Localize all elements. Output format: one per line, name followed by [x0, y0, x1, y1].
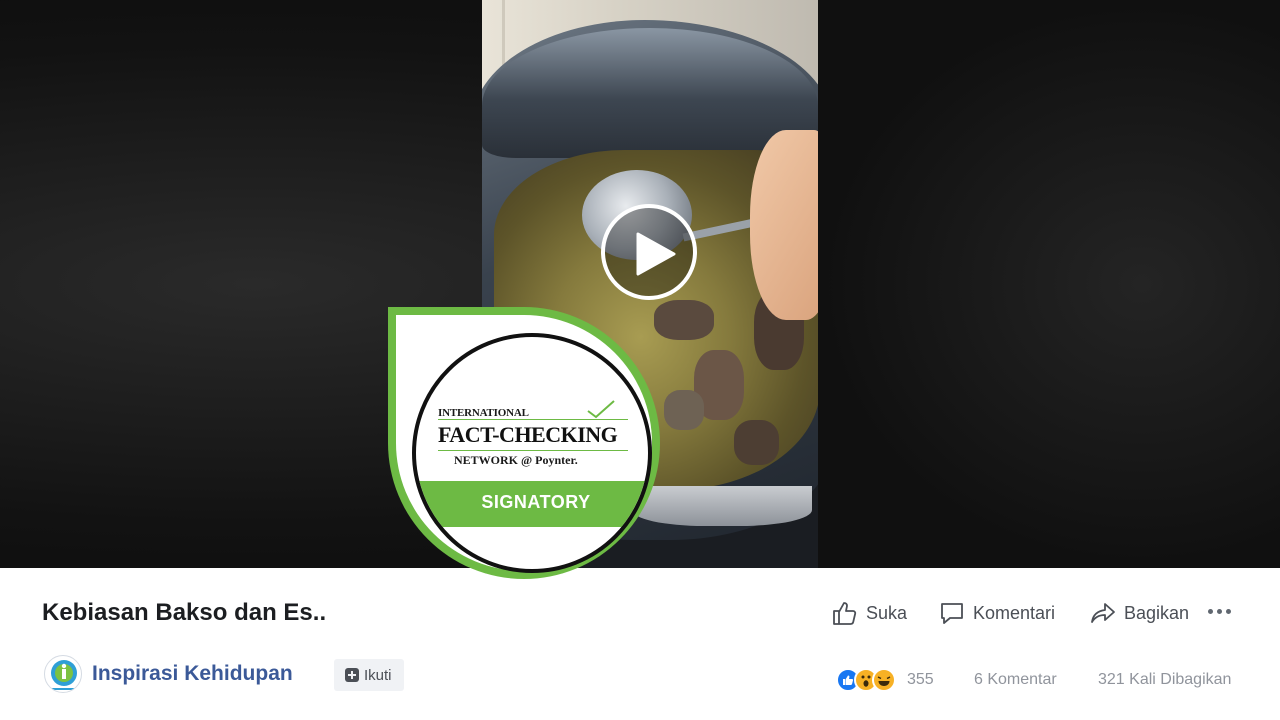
page-name-link[interactable]: Inspirasi Kehidupan [92, 662, 293, 686]
share-count[interactable]: 321 Kali Dibagikan [1098, 671, 1231, 689]
comment-label: Komentari [973, 602, 1056, 623]
play-icon [636, 232, 676, 276]
comment-icon [941, 603, 963, 624]
more-dot-icon [1226, 609, 1231, 614]
reaction-count[interactable]: 355 [907, 671, 934, 689]
share-button[interactable]: Bagikan [1090, 600, 1189, 626]
badge-ring: INTERNATIONAL FACT-CHECKING NETWORK @ Po… [412, 333, 652, 573]
more-dot-icon [1217, 609, 1222, 614]
checkmark-icon [587, 400, 615, 419]
thumbs-up-icon [833, 602, 857, 625]
badge-signatory-label: SIGNATORY [481, 492, 591, 512]
comment-count[interactable]: 6 Komentar [974, 671, 1057, 689]
fact-checking-badge: INTERNATIONAL FACT-CHECKING NETWORK @ Po… [388, 307, 660, 579]
share-label: Bagikan [1124, 602, 1190, 623]
comment-button[interactable]: Komentari [939, 600, 1055, 626]
haha-icon [872, 668, 896, 692]
follow-button[interactable]: Ikuti [334, 659, 404, 691]
more-dot-icon [1208, 609, 1213, 614]
video-background-blur [818, 0, 1280, 568]
video-hand [750, 130, 818, 320]
page-avatar[interactable] [44, 655, 82, 693]
share-icon [1091, 603, 1115, 623]
reaction-icons[interactable] [836, 668, 896, 692]
page-logo-icon [51, 660, 77, 690]
follow-plus-icon [345, 668, 359, 682]
video-pot-base [632, 486, 812, 526]
more-options-button[interactable] [1208, 609, 1231, 614]
badge-line-network: NETWORK @ Poynter. [454, 453, 578, 467]
post-title: Kebiasan Bakso dan Es.. [42, 599, 327, 626]
like-button[interactable]: Suka [832, 600, 907, 626]
like-label: Suka [866, 602, 908, 623]
play-button[interactable] [601, 204, 697, 300]
badge-line-fact-checking: FACT-CHECKING [438, 419, 628, 451]
badge-line-international: INTERNATIONAL [438, 407, 529, 419]
follow-label: Ikuti [364, 666, 392, 684]
